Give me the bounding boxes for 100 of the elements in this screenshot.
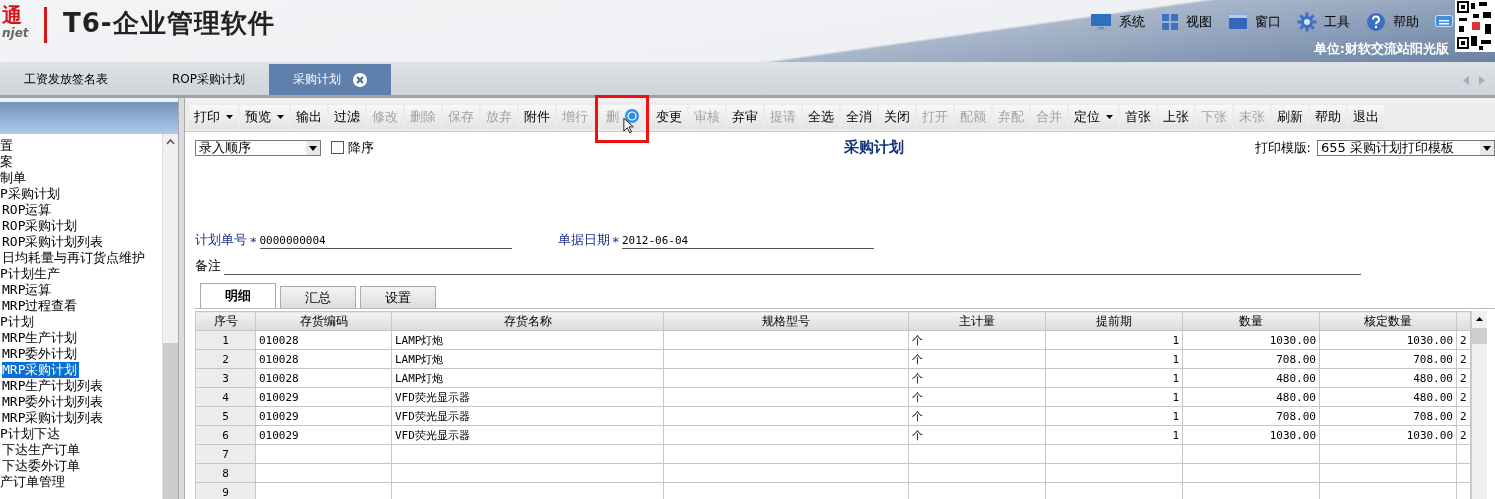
tree-item[interactable]: MRP生产计划列表 [2, 378, 106, 394]
tree-item[interactable]: 下达委外订单 [2, 458, 82, 474]
toolbar-button[interactable]: 上张 [1158, 105, 1194, 129]
menu-item[interactable]: 窗口 [1228, 13, 1281, 31]
scrollbar-thumb[interactable] [1471, 328, 1487, 344]
table-cell: VFD荧光显示器 [391, 425, 664, 445]
help-icon [1366, 12, 1386, 32]
tree-item[interactable]: 制单 [0, 170, 28, 186]
document-tab[interactable]: 工资发放签名表 [0, 64, 148, 95]
column-header: 提前期 [1045, 311, 1183, 331]
table-cell: 480.00 [1182, 387, 1320, 407]
toolbar-button[interactable]: 退出 [1348, 105, 1384, 129]
tree-item[interactable]: ROP采购计划 [2, 218, 80, 234]
table-cell: 1030.00 [1182, 425, 1320, 445]
table-cell: 708.00 [1182, 349, 1320, 369]
column-header: 存货编码 [255, 311, 392, 331]
table-cell: 010029 [255, 387, 392, 407]
tree-item[interactable]: MRP采购计划 [2, 362, 80, 378]
tree-item[interactable]: MRP委外计划 [2, 346, 80, 362]
tree-item[interactable]: MRP采购计划列表 [2, 410, 106, 426]
logo-subtitle: njet [2, 26, 29, 40]
toolbar-button[interactable]: 首张 [1120, 105, 1156, 129]
field-label: 备注 [195, 257, 221, 275]
table-cell: 2 [1456, 387, 1471, 407]
menu-item[interactable]: 视图 [1161, 13, 1212, 31]
required-mark: * [250, 234, 257, 249]
tree-item[interactable]: 下达生产订单 [2, 442, 82, 458]
scrollbar[interactable] [162, 134, 178, 499]
tree-item[interactable]: P采购计划 [0, 186, 62, 202]
grid-icon [1161, 13, 1179, 31]
toolbar-button[interactable]: 打印 [189, 105, 238, 129]
field-label: 单据日期 [557, 231, 610, 249]
required-mark: * [612, 234, 619, 249]
toolbar-button[interactable]: 全消 [841, 105, 877, 129]
toolbar-button[interactable]: 预览 [240, 105, 289, 129]
chat-icon[interactable] [1435, 15, 1453, 29]
toolbar-button[interactable]: 帮助 [1310, 105, 1346, 129]
caret-icon[interactable] [226, 115, 233, 119]
tree-item[interactable]: ROP运算 [2, 202, 54, 218]
tree-item[interactable]: 案 [0, 154, 15, 170]
toolbar-button[interactable]: 弃审 [727, 105, 763, 129]
toolbar-button[interactable]: 刷新 [1272, 105, 1308, 129]
checkbox[interactable] [331, 141, 344, 154]
tree-item[interactable]: 置 [0, 138, 15, 154]
toolbar-button[interactable]: 过滤 [329, 105, 365, 129]
table-cell: 个 [908, 368, 1046, 388]
tab[interactable]: 设置 [360, 286, 436, 308]
tree-item[interactable]: 产订单管理 [0, 474, 67, 490]
table-cell: 个 [908, 387, 1046, 407]
tree-item[interactable]: 日均耗量与再订货点维护 [2, 250, 147, 266]
document-tab[interactable]: ROP采购计划 [148, 64, 270, 95]
table-cell: 1 [1045, 425, 1183, 445]
table-cell: 2 [1456, 349, 1471, 369]
toolbar-button[interactable]: 附件 [519, 105, 555, 129]
tree-item[interactable]: ROP采购计划列表 [2, 234, 106, 250]
table-cell: 480.00 [1319, 387, 1457, 407]
menu-item[interactable]: 帮助 [1366, 12, 1419, 32]
tree-item[interactable]: MRP运算 [2, 282, 54, 298]
product-title: T6-企业管理软件 [63, 7, 275, 40]
table-cell: 1 [1045, 349, 1183, 369]
menu-item[interactable]: 系统 [1090, 13, 1145, 31]
table-cell: LAMP灯炮 [391, 349, 664, 369]
table-cell: 708.00 [1319, 406, 1457, 426]
table-cell: 个 [908, 425, 1046, 445]
input-field[interactable]: 0000000004 [259, 234, 512, 249]
table-cell: LAMP灯炮 [391, 330, 664, 350]
document-tab[interactable]: 采购计划 [269, 64, 392, 95]
checkbox-label: 降序 [348, 138, 374, 157]
tree-item[interactable]: P计划生产 [0, 266, 62, 282]
table-cell: 010028 [255, 368, 392, 388]
tree-item[interactable]: P计划下达 [0, 426, 62, 442]
sort-select[interactable]: 录入顺序 [195, 139, 321, 156]
table-cell: 1 [1045, 406, 1183, 426]
toolbar-button[interactable]: 变更 [651, 105, 687, 129]
table-cell: 2 [1456, 368, 1471, 388]
form-title: 采购计划 [843, 138, 906, 157]
tab[interactable]: 汇总 [280, 286, 356, 308]
close-icon[interactable] [353, 72, 368, 87]
tree-item[interactable]: MRP委外计划列表 [2, 394, 106, 410]
field-label: 计划单号 [195, 231, 247, 249]
table-cell: LAMP灯炮 [391, 368, 664, 388]
tab[interactable]: 明细 [200, 283, 276, 308]
tree-item[interactable]: MRP过程查看 [2, 298, 80, 314]
tree-item[interactable]: P计划 [0, 314, 36, 330]
toolbar-button[interactable]: 关闭 [879, 105, 915, 129]
template-select[interactable]: 655 采购计划打印模板 [1317, 139, 1495, 156]
scrollbar-thumb[interactable] [163, 343, 178, 499]
toolbar-button[interactable]: 全选 [803, 105, 839, 129]
table-cell: 708.00 [1182, 406, 1320, 426]
tree-item[interactable]: MRP生产计划 [2, 330, 80, 346]
toolbar-button[interactable]: 输出 [291, 105, 327, 129]
caret-icon[interactable] [277, 115, 284, 119]
toolbar-button[interactable]: 定位 [1069, 105, 1118, 129]
menu-item[interactable]: 工具 [1297, 12, 1350, 32]
column-header: 存货名称 [391, 311, 664, 331]
table-cell: 708.00 [1319, 349, 1457, 369]
input-field[interactable]: 2012-06-04 [622, 234, 874, 249]
column-header: 序号 [195, 311, 256, 331]
caret-icon[interactable] [1106, 115, 1113, 119]
highlight-frame [595, 95, 649, 143]
